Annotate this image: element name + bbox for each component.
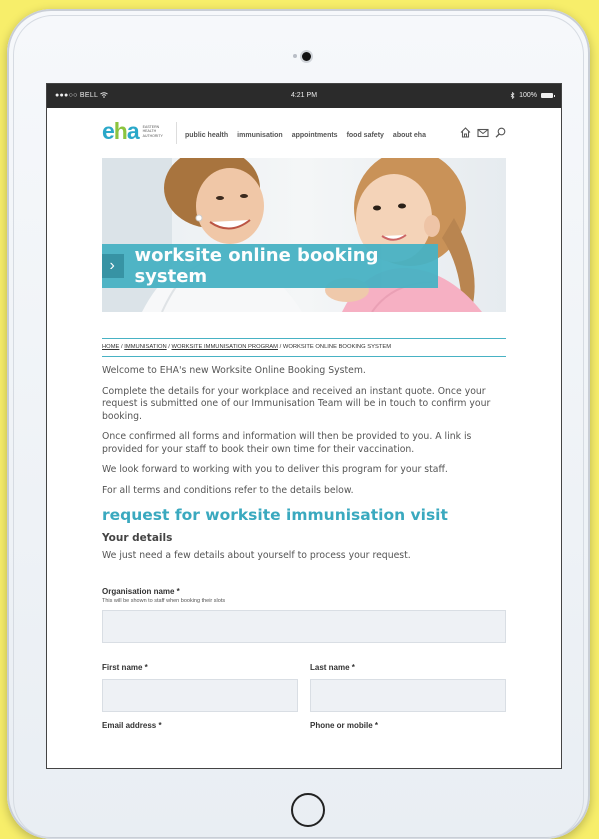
eha-logo[interactable]: eha EASTERN HEALTH AUTHORITY	[102, 118, 173, 145]
breadcrumb: HOME / IMMUNISATION / WORKSITE IMMUNISAT…	[102, 338, 506, 357]
screen: ●●●○○ BELL 4:21 PM 100% eha EASTERN HEAL…	[47, 84, 561, 768]
intro-thanks: We look forward to working with you to d…	[102, 464, 448, 475]
organisation-input[interactable]	[102, 609, 506, 643]
first-name-field: First name *	[102, 663, 298, 712]
chevron-right-icon[interactable]: ›	[102, 254, 125, 278]
header-icons	[460, 127, 506, 138]
home-button[interactable]	[291, 793, 325, 827]
intro-terms: For all terms and conditions refer to th…	[102, 484, 354, 496]
main-nav: public health immunisation appointments …	[185, 132, 426, 139]
bluetooth-icon	[510, 92, 515, 99]
email-field: Email address *	[102, 721, 298, 730]
microphone	[293, 54, 297, 58]
clock: 4:21 PM	[290, 92, 318, 99]
breadcrumb-worksite-program[interactable]: WORKSITE IMMUNISATION PROGRAM	[172, 344, 279, 350]
status-bar: ●●●○○ BELL 4:21 PM 100%	[47, 84, 561, 108]
hero-title: worksite online booking system	[134, 245, 379, 287]
front-camera	[302, 52, 311, 61]
hero-image: › worksite online booking system	[102, 158, 506, 312]
nav-item-appointments[interactable]: appointments	[292, 132, 338, 139]
intro-welcome: Welcome to EHA's new Worksite Online Boo…	[102, 365, 366, 376]
email-label: Email address *	[102, 720, 162, 730]
logo-subtitle: EASTERN HEALTH AUTHORITY	[142, 124, 163, 138]
last-name-field: Last name *	[310, 663, 506, 712]
page-content: eha EASTERN HEALTH AUTHORITY public heal…	[47, 108, 561, 730]
nav-item-public-health[interactable]: public health	[185, 132, 228, 139]
breadcrumb-immunisation[interactable]: IMMUNISATION	[124, 344, 166, 350]
battery-icon	[541, 93, 555, 98]
phone-field: Phone or mobile *	[310, 721, 506, 730]
organisation-label: Organisation name *	[102, 586, 180, 596]
header-divider	[176, 122, 177, 144]
home-icon[interactable]	[460, 127, 471, 138]
breadcrumb-home[interactable]: HOME	[102, 344, 119, 350]
hero-banner: › worksite online booking system	[102, 244, 438, 288]
status-right: 100%	[510, 92, 555, 99]
section-intro: We just need a few details about yoursel…	[102, 550, 411, 561]
first-name-input[interactable]	[102, 678, 298, 712]
nav-item-immunisation[interactable]: immunisation	[237, 132, 283, 139]
logo-wordmark: eha	[102, 118, 140, 144]
first-name-label: First name *	[102, 662, 148, 672]
organisation-hint: This will be shown to staff when booking…	[102, 597, 226, 604]
last-name-label: Last name *	[310, 662, 355, 672]
search-icon[interactable]	[495, 127, 506, 138]
nav-item-about-eha[interactable]: about eha	[393, 132, 426, 139]
last-name-input[interactable]	[310, 678, 506, 712]
intro-confirmation: Once confirmed all forms and information…	[102, 431, 472, 455]
name-row: First name * Last name *	[102, 663, 506, 712]
hero-photo	[102, 158, 506, 312]
site-header: eha EASTERN HEALTH AUTHORITY public heal…	[102, 108, 506, 158]
nav-item-food-safety[interactable]: food safety	[347, 132, 384, 139]
breadcrumb-current: WORKSITE ONLINE BOOKING SYSTEM	[282, 344, 392, 350]
mail-icon[interactable]	[477, 127, 489, 138]
section-title: Your details	[102, 532, 173, 544]
form-title: request for worksite immunisation visit	[102, 506, 448, 524]
contact-row: Email address * Phone or mobile *	[102, 721, 506, 730]
battery-percent: 100%	[519, 92, 537, 99]
phone-label: Phone or mobile *	[310, 720, 379, 730]
organisation-field: Organisation name * This will be shown t…	[102, 587, 506, 643]
intro-instructions: Complete the details for your workplace …	[102, 385, 491, 422]
